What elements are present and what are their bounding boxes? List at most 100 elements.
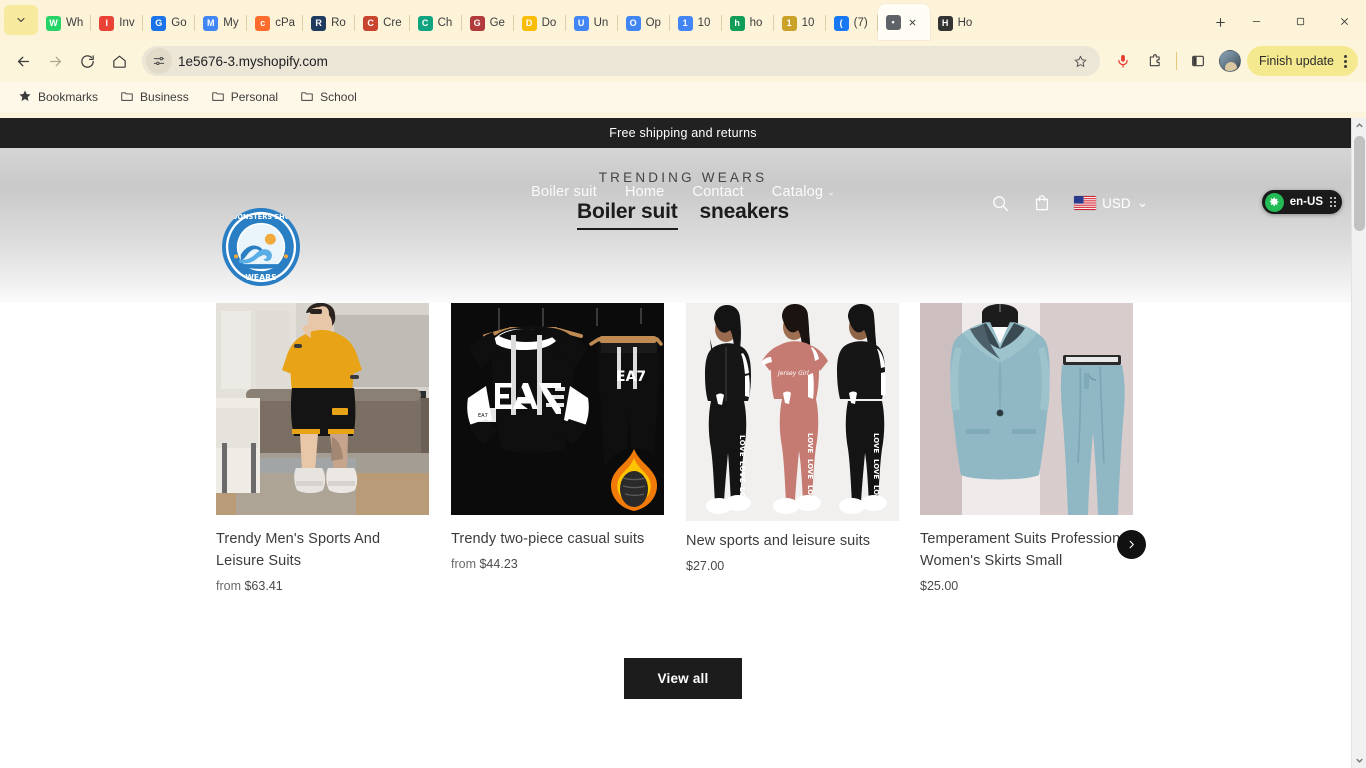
- minimize-button[interactable]: [1234, 6, 1278, 36]
- price-value: $44.23: [479, 556, 518, 571]
- main-navigation: Boiler suit Home Contact Catalog ⌄: [0, 184, 1366, 200]
- tab-label: Ho: [957, 17, 973, 29]
- browser-tab[interactable]: 1 10: [670, 6, 722, 40]
- browser-tab[interactable]: M My: [195, 6, 248, 40]
- nav-item-home[interactable]: Home: [625, 184, 664, 200]
- product-image: LOVE LOVE LOVE LOVE LOVE Jersey Girl LOV…: [686, 303, 899, 521]
- forward-button[interactable]: [40, 46, 70, 76]
- svg-text:WEARS: WEARS: [245, 273, 277, 282]
- browser-tab[interactable]: C Cre: [355, 6, 410, 40]
- profile-avatar[interactable]: [1218, 50, 1241, 72]
- google-docs-icon: O: [625, 15, 641, 31]
- back-button[interactable]: [8, 46, 38, 76]
- nav-item-label: Home: [624, 184, 665, 200]
- cre-icon: C: [363, 15, 379, 31]
- price-value: $63.41: [244, 578, 283, 593]
- browser-tab[interactable]: R Ro: [303, 6, 356, 40]
- search-icon: [993, 196, 1009, 212]
- search-button[interactable]: [990, 193, 1010, 213]
- scrollbar-thumb[interactable]: [1354, 136, 1365, 231]
- finish-update-button[interactable]: Finish update: [1246, 46, 1358, 76]
- scroll-up-button[interactable]: [1352, 118, 1366, 133]
- view-all-button[interactable]: View all: [623, 658, 743, 699]
- browser-tab[interactable]: I Inv: [91, 6, 144, 40]
- browser-tab[interactable]: U Un: [566, 6, 618, 40]
- product-price: $25.00: [920, 579, 1133, 593]
- mens-yellow-tee-black-shorts-image: [216, 303, 429, 515]
- cart-button[interactable]: [1032, 193, 1052, 213]
- url-text[interactable]: 1e5676-3.myshopify.com: [178, 54, 1062, 69]
- site-settings-button[interactable]: [146, 48, 172, 74]
- browser-tab[interactable]: W Wh: [38, 6, 92, 40]
- bookmark-item[interactable]: Personal: [203, 86, 286, 109]
- bookmark-label: School: [320, 90, 357, 104]
- tune-icon: [153, 56, 165, 66]
- browser-tab[interactable]: 1 10: [774, 6, 826, 40]
- browser-tab[interactable]: G Ge: [462, 6, 514, 40]
- bookmark-label: Bookmarks: [38, 90, 99, 104]
- svg-text:Jersey Girl: Jersey Girl: [777, 370, 809, 377]
- view-all-wrapper: View all: [0, 658, 1366, 699]
- bookmark-star-button[interactable]: [1068, 48, 1094, 74]
- chevron-down-icon: [17, 17, 25, 23]
- price-prefix: from: [216, 578, 241, 593]
- close-window-button[interactable]: [1322, 6, 1366, 36]
- page-scrollbar[interactable]: [1351, 118, 1366, 768]
- home-button[interactable]: [104, 46, 134, 76]
- microphone-icon: [1118, 55, 1128, 68]
- collection-tab-boiler-suit[interactable]: Boiler suit: [577, 200, 678, 230]
- browser-tab[interactable]: c cPa: [247, 6, 303, 40]
- minimize-icon: [1252, 20, 1260, 22]
- collection-tab-sneakers[interactable]: sneakers: [700, 200, 790, 230]
- maximize-button[interactable]: [1278, 6, 1322, 36]
- microphone-button[interactable]: [1108, 46, 1138, 76]
- tab-label: My: [223, 17, 239, 29]
- reload-icon: [80, 54, 94, 68]
- drag-handle-icon[interactable]: [1330, 197, 1336, 207]
- extensions-button[interactable]: [1140, 46, 1170, 76]
- browser-tab[interactable]: H Ho: [930, 6, 982, 40]
- product-title: Trendy two-piece casual suits: [451, 531, 645, 547]
- bookmark-item[interactable]: School: [292, 86, 365, 109]
- carousel-next-button[interactable]: [1117, 530, 1146, 559]
- side-panel-button[interactable]: [1183, 46, 1213, 76]
- product-card[interactable]: EA7 EA7 Trendy two-piece casual suits fr…: [451, 303, 664, 571]
- browser-tab[interactable]: h ho: [722, 6, 774, 40]
- nav-item-contact[interactable]: Contact: [692, 184, 743, 200]
- browser-tab[interactable]: G Go: [143, 6, 196, 40]
- svg-text:EA7: EA7: [478, 413, 488, 419]
- tab-close-button[interactable]: [906, 16, 919, 29]
- price-value: $27.00: [686, 558, 725, 573]
- tab-label: Ro: [331, 17, 346, 29]
- browser-tab[interactable]: O Op: [618, 6, 670, 40]
- browser-tab[interactable]: C Ch: [410, 6, 462, 40]
- price-value: $25.00: [920, 578, 959, 593]
- product-card[interactable]: Temperament Suits Professional Women's S…: [920, 303, 1133, 593]
- language-widget[interactable]: en-US: [1261, 190, 1342, 214]
- reload-button[interactable]: [72, 46, 102, 76]
- nav-item-label: Contact: [692, 184, 744, 200]
- plus-icon: [1215, 17, 1225, 27]
- svg-text:LOVE: LOVE: [872, 433, 880, 453]
- currency-selector[interactable]: USD ⌄: [1074, 195, 1148, 211]
- nav-item-catalog[interactable]: Catalog ⌄: [772, 184, 835, 200]
- nav-item-boiler-suit[interactable]: Boiler suit: [531, 184, 597, 200]
- browser-window: W Wh I Inv G Go M My c cPa R Ro C Cre C Ch G Ge D Do U Un O Op 1…: [0, 0, 1366, 768]
- product-card[interactable]: Trendy Men's Sports And Leisure Suits fr…: [216, 303, 429, 593]
- address-bar[interactable]: 1e5676-3.myshopify.com: [142, 46, 1100, 76]
- browser-tab[interactable]: •: [877, 4, 930, 40]
- product-title: Trendy Men's Sports And Leisure Suits: [216, 531, 381, 569]
- bookmark-item[interactable]: Bookmarks: [10, 86, 106, 109]
- bookmarks-bar: Bookmarks Business Personal School: [0, 82, 1366, 112]
- browser-tab[interactable]: ((7): [826, 6, 878, 40]
- browser-tab[interactable]: D Do: [514, 6, 566, 40]
- tab-label: Un: [593, 17, 609, 29]
- bookmark-item[interactable]: Business: [112, 86, 197, 109]
- forward-icon: [49, 56, 61, 66]
- product-grid: Trendy Men's Sports And Leisure Suits fr…: [0, 303, 1366, 663]
- kebab-menu-icon[interactable]: [1338, 54, 1352, 68]
- new-tab-button[interactable]: [1206, 8, 1234, 36]
- scroll-down-button[interactable]: [1352, 753, 1366, 768]
- tab-search-dropdown[interactable]: [4, 5, 38, 35]
- product-card[interactable]: LOVE LOVE LOVE LOVE LOVE Jersey Girl LOV…: [686, 303, 899, 573]
